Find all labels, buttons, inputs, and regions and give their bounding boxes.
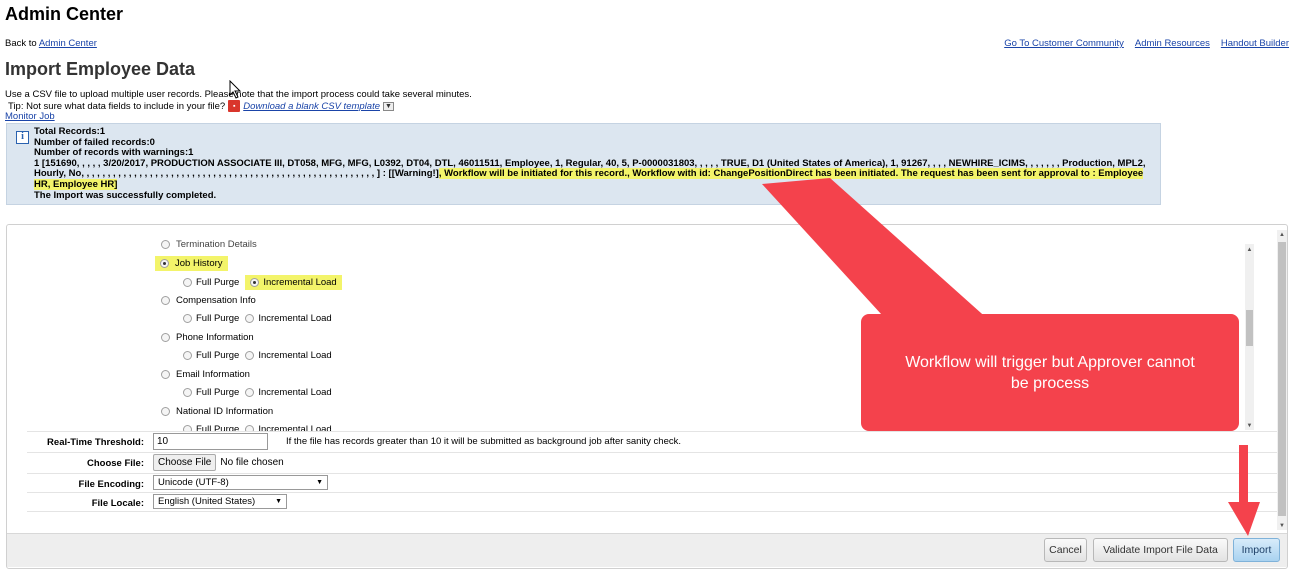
import-arrow-shaft [1239,445,1248,505]
annotation-arrows [762,178,1260,536]
mouse-cursor-icon [229,80,242,99]
annotation-callout: Workflow will trigger but Approver canno… [861,314,1239,431]
import-arrow-head [1228,502,1260,536]
